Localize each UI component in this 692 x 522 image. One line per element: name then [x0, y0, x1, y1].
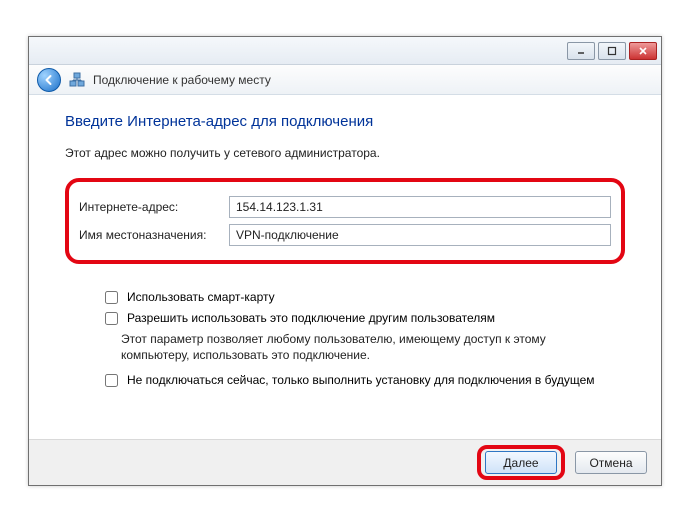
allow-others-description: Этот параметр позволяет любому пользоват… — [121, 332, 601, 363]
back-button[interactable] — [37, 68, 61, 92]
destination-input[interactable] — [229, 224, 611, 246]
next-button[interactable]: Далее — [485, 451, 557, 474]
dont-connect-row: Не подключаться сейчас, только выполнить… — [101, 373, 625, 390]
form-highlight: Интернете-адрес: Имя местоназначения: — [65, 178, 625, 264]
page-heading: Введите Интернета-адрес для подключения — [65, 113, 625, 130]
destination-row: Имя местоназначения: — [79, 224, 611, 246]
titlebar — [29, 37, 661, 65]
smartcard-checkbox[interactable] — [105, 291, 118, 304]
network-icon — [69, 72, 85, 88]
maximize-button[interactable] — [598, 42, 626, 60]
address-label: Интернете-адрес: — [79, 200, 229, 214]
address-row: Интернете-адрес: — [79, 196, 611, 218]
allow-others-checkbox[interactable] — [105, 312, 118, 325]
footer-bar: Далее Отмена — [29, 439, 661, 485]
dont-connect-checkbox[interactable] — [105, 374, 118, 387]
destination-label: Имя местоназначения: — [79, 228, 229, 242]
allow-others-row: Разрешить использовать это подключение д… — [101, 311, 625, 328]
next-highlight: Далее — [477, 445, 565, 480]
allow-others-label: Разрешить использовать это подключение д… — [127, 311, 495, 325]
cancel-button[interactable]: Отмена — [575, 451, 647, 474]
smartcard-label: Использовать смарт-карту — [127, 290, 275, 304]
address-input[interactable] — [229, 196, 611, 218]
header-bar: Подключение к рабочему месту — [29, 65, 661, 95]
window-title: Подключение к рабочему месту — [93, 73, 271, 87]
minimize-button[interactable] — [567, 42, 595, 60]
page-subtext: Этот адрес можно получить у сетевого адм… — [65, 146, 625, 160]
smartcard-row: Использовать смарт-карту — [101, 290, 625, 307]
content-area: Введите Интернета-адрес для подключения … — [29, 95, 661, 404]
wizard-window: Подключение к рабочему месту Введите Инт… — [28, 36, 662, 486]
close-button[interactable] — [629, 42, 657, 60]
dont-connect-label: Не подключаться сейчас, только выполнить… — [127, 373, 595, 387]
